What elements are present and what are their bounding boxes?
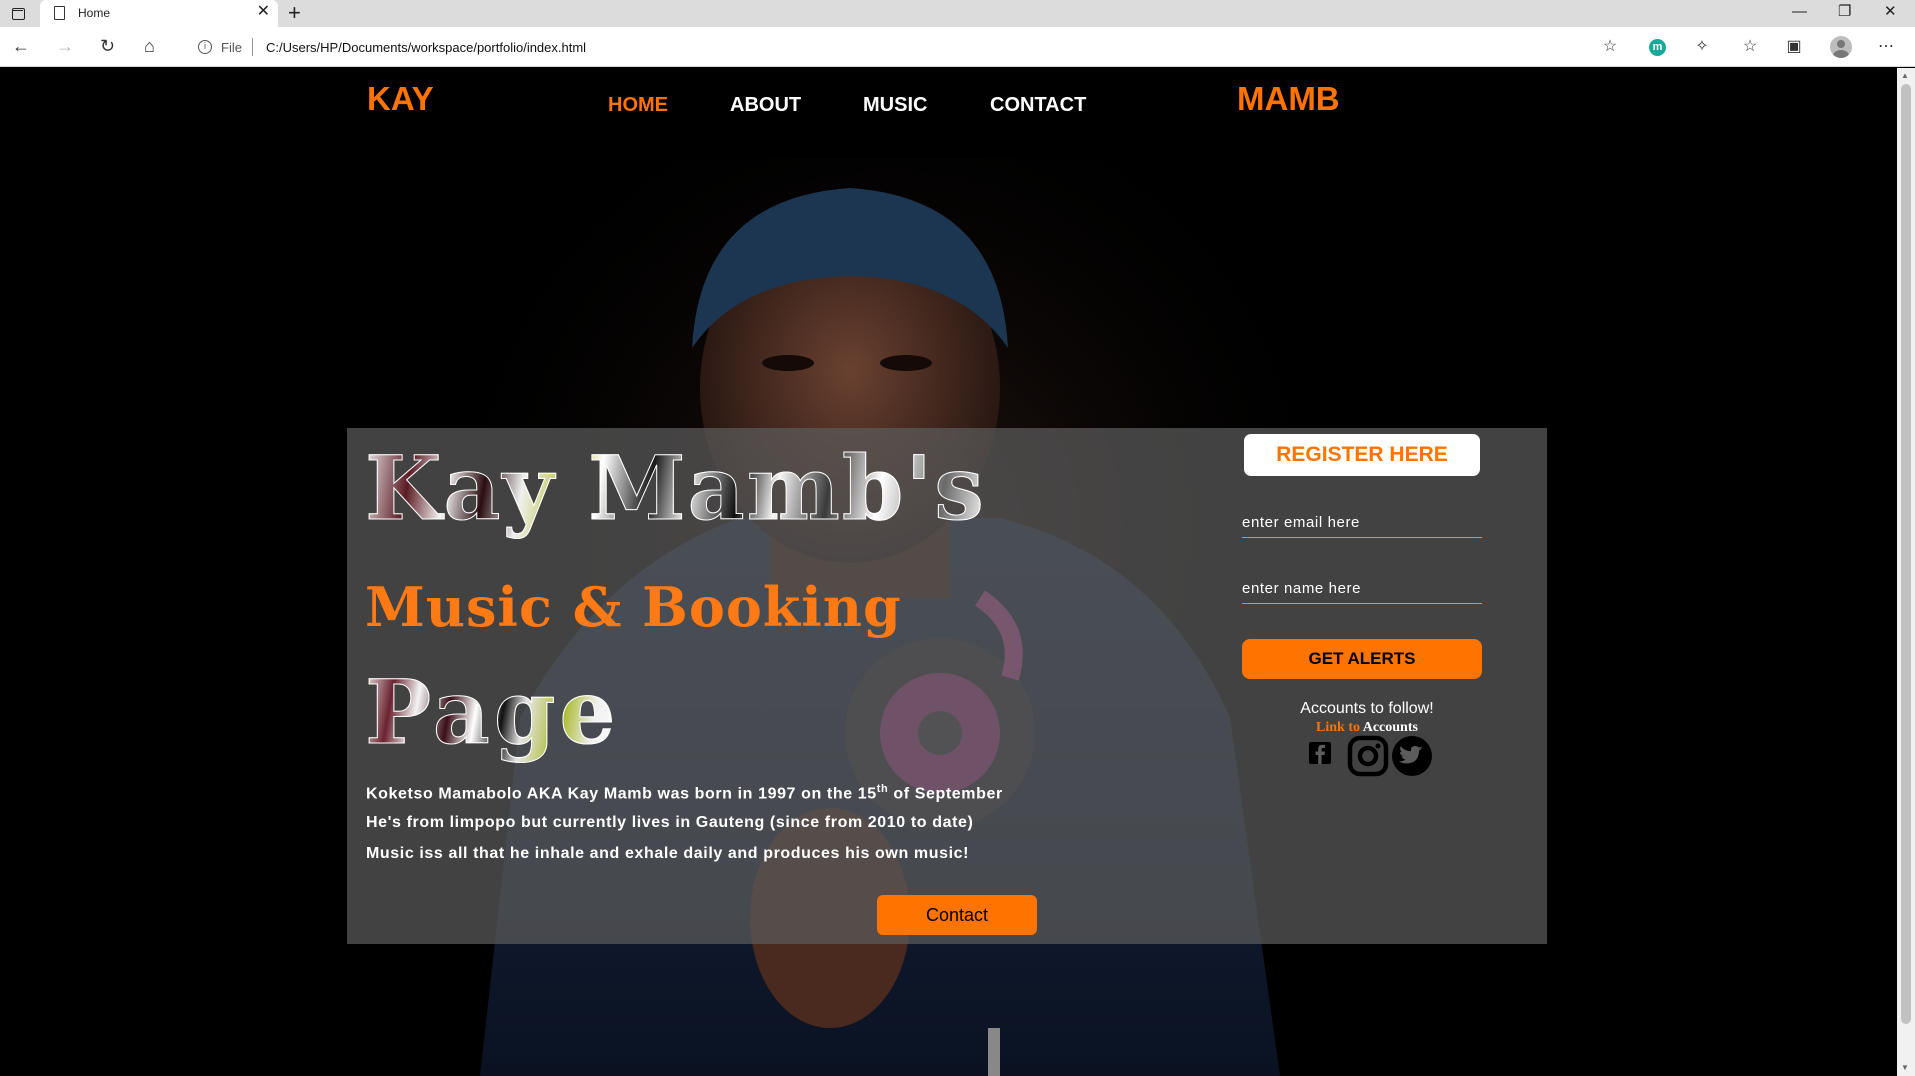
intro-panel: Kay Mamb's Music & Booking Page Koketso … xyxy=(347,428,1547,944)
bio-line-2: He's from limpopo but currently lives in… xyxy=(366,814,974,831)
tab-actions-menu-icon[interactable] xyxy=(8,4,30,24)
url-text[interactable]: C:/Users/HP/Documents/workspace/portfoli… xyxy=(266,40,586,55)
collections-icon[interactable]: ▣ xyxy=(1784,37,1804,57)
home-icon[interactable]: ⌂ xyxy=(144,36,155,56)
nav-link-music[interactable]: MUSIC xyxy=(863,94,927,117)
bio-ordinal-suffix: th xyxy=(876,783,889,795)
site-logo-left[interactable]: KAY xyxy=(367,80,434,118)
window-close-icon[interactable]: ✕ xyxy=(1884,2,1897,22)
instagram-icon[interactable] xyxy=(1347,735,1389,777)
email-input[interactable] xyxy=(1242,508,1482,536)
new-tab-icon[interactable]: + xyxy=(288,1,301,25)
extensions-icon[interactable]: ✧ xyxy=(1692,37,1712,57)
page-icon xyxy=(54,6,65,20)
register-button[interactable]: REGISTER HERE xyxy=(1244,434,1480,476)
headline-subtitle: Music & Booking xyxy=(365,575,902,639)
url-scheme: File xyxy=(221,40,242,55)
get-alerts-button[interactable]: GET ALERTS xyxy=(1242,639,1482,679)
more-menu-icon[interactable]: ⋯ xyxy=(1876,37,1896,57)
profile-avatar[interactable] xyxy=(1830,36,1852,58)
nav-link-contact[interactable]: CONTACT xyxy=(990,94,1086,117)
forward-icon[interactable]: → xyxy=(56,36,74,56)
nav-link-about[interactable]: ABOUT xyxy=(730,94,801,117)
email-field[interactable] xyxy=(1242,508,1482,538)
browser-tab[interactable]: Home ✕ xyxy=(40,0,278,27)
tab-title: Home xyxy=(78,6,111,20)
extension-m-icon[interactable]: m xyxy=(1649,39,1666,56)
headline-name: Kay Mamb's xyxy=(365,436,986,541)
restore-icon[interactable]: ❐ xyxy=(1838,2,1851,22)
follow-link[interactable]: Link to xyxy=(1316,720,1360,735)
name-field[interactable] xyxy=(1242,574,1482,604)
scroll-thumb[interactable] xyxy=(1901,84,1911,1024)
scroll-down-icon[interactable]: ▼ xyxy=(1901,1063,1909,1072)
bio-line-1: Koketso Mamabolo AKA Kay Mamb was born i… xyxy=(366,783,1003,803)
add-favorite-icon[interactable]: ☆ xyxy=(1600,37,1620,57)
url-field[interactable]: i File C:/Users/HP/Documents/workspace/p… xyxy=(186,33,1622,61)
site-info-icon[interactable]: i xyxy=(198,40,212,54)
follow-link-text: Link to Accounts xyxy=(1316,720,1418,735)
back-icon[interactable]: ← xyxy=(12,36,30,56)
minimize-icon[interactable]: — xyxy=(1792,2,1807,22)
name-input[interactable] xyxy=(1242,574,1482,602)
tab-close-icon[interactable]: ✕ xyxy=(257,3,270,21)
scroll-up-icon[interactable]: ▲ xyxy=(1901,71,1909,80)
page-scrollbar[interactable]: ▲ ▼ xyxy=(1897,68,1915,1076)
facebook-icon[interactable] xyxy=(1308,741,1332,765)
site-logo-right[interactable]: MAMB xyxy=(1237,80,1340,118)
bio-line-3: Music iss all that he inhale and exhale … xyxy=(366,845,970,862)
twitter-icon[interactable] xyxy=(1391,735,1433,777)
follow-title: Accounts to follow! xyxy=(1300,700,1434,717)
address-bar: ← → ↻ ⌂ i File C:/Users/HP/Documents/wor… xyxy=(0,27,1915,67)
headline-page: Page xyxy=(364,660,620,765)
nav-link-home[interactable]: HOME xyxy=(608,94,668,117)
favorites-icon[interactable]: ☆ xyxy=(1740,37,1760,57)
reload-icon[interactable]: ↻ xyxy=(100,36,115,56)
contact-button[interactable]: Contact xyxy=(877,895,1037,935)
browser-tab-bar: Home ✕ + — ❐ ✕ xyxy=(0,0,1915,27)
url-separator xyxy=(252,38,253,56)
page-viewport: KAY HOME ABOUT MUSIC CONTACT MAMB Kay Ma… xyxy=(0,68,1897,1076)
